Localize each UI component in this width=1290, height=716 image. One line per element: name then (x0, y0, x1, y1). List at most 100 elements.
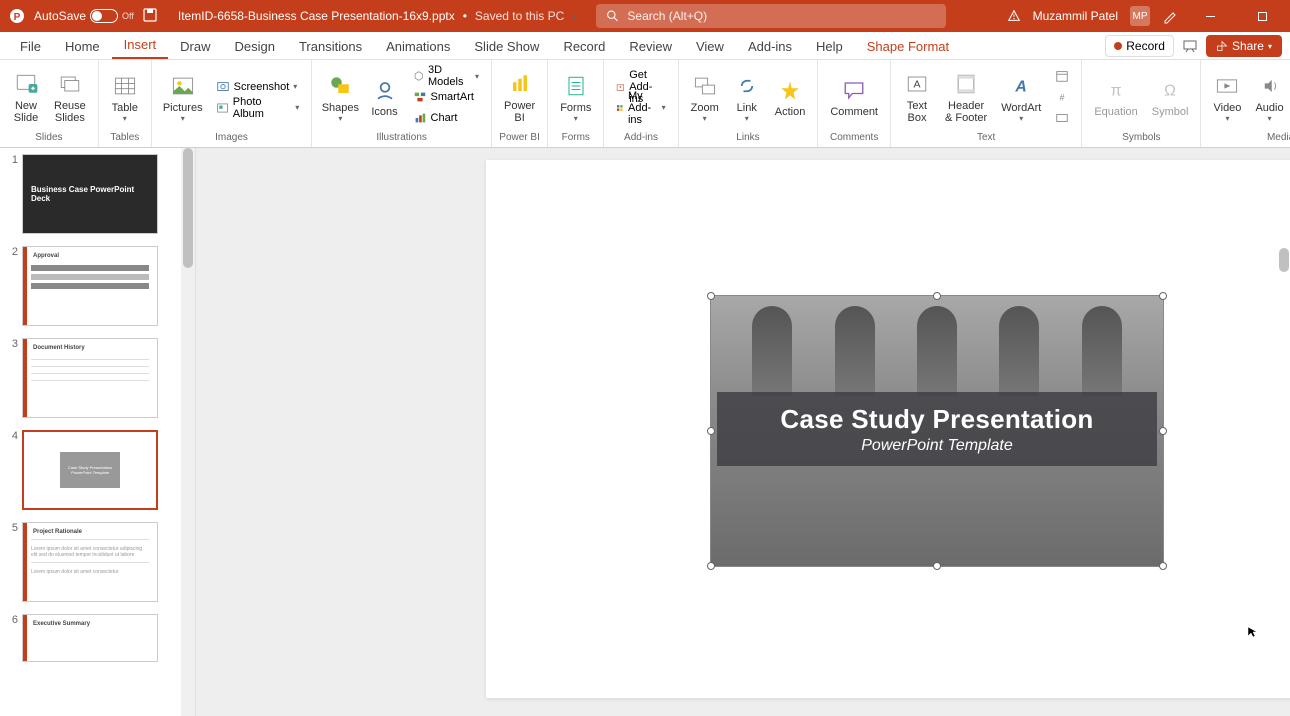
symbol-icon: Ω (1156, 76, 1184, 104)
save-status: Saved to this PC (475, 9, 564, 23)
slide-thumbnail-4[interactable]: 4 Case Study PresentationPowerPoint Temp… (0, 424, 195, 516)
user-name[interactable]: Muzammil Patel (1033, 9, 1118, 23)
save-icon[interactable] (142, 7, 160, 25)
group-label-addins: Add-ins (624, 132, 658, 145)
maximize-button[interactable] (1242, 0, 1282, 32)
slide-thumbnail-6[interactable]: 6 Executive Summary (0, 608, 195, 668)
slide-number-icon: # (1055, 90, 1069, 104)
audio-icon (1256, 72, 1284, 100)
new-slide-button[interactable]: New Slide (6, 63, 46, 131)
pictures-button[interactable]: Pictures ▾ (158, 63, 208, 131)
screenshot-button[interactable]: Screenshot▾ (210, 76, 306, 97)
shapes-icon (326, 72, 354, 100)
my-addins-button[interactable]: My Add-ins▾ (610, 97, 671, 118)
link-button[interactable]: Link ▾ (727, 63, 767, 131)
group-label-images: Images (215, 132, 248, 145)
get-addins-icon (616, 80, 625, 94)
comment-icon (840, 76, 868, 104)
autosave-toggle[interactable]: AutoSave Off (34, 9, 134, 23)
group-label-illustrations: Illustrations (376, 132, 427, 145)
group-label-slides: Slides (35, 132, 62, 145)
canvas-scrollbar-vertical[interactable] (1276, 148, 1290, 716)
resize-handle-mr[interactable] (1159, 427, 1167, 435)
slide-panel[interactable]: 1 Business Case PowerPoint Deck 2 Approv… (0, 148, 196, 716)
chart-icon (413, 111, 427, 125)
warning-icon[interactable] (1007, 9, 1021, 23)
icons-button[interactable]: Icons (365, 63, 405, 131)
tab-slideshow[interactable]: Slide Show (462, 34, 551, 59)
date-time-button[interactable] (1049, 66, 1075, 87)
resize-handle-tr[interactable] (1159, 292, 1167, 300)
screenshot-icon (216, 80, 230, 94)
resize-handle-tm[interactable] (933, 292, 941, 300)
selected-image-object[interactable]: Case Study Presentation PowerPoint Templ… (711, 296, 1163, 566)
comment-button[interactable]: Comment (824, 63, 884, 131)
filename-dropdown-icon[interactable]: ▾ (572, 12, 576, 21)
shapes-button[interactable]: Shapes ▾ (318, 63, 362, 131)
slide-thumbnail-2[interactable]: 2 Approval (0, 240, 195, 332)
action-icon (776, 76, 804, 104)
tab-help[interactable]: Help (804, 34, 855, 59)
resize-handle-tl[interactable] (707, 292, 715, 300)
powerbi-button[interactable]: Power BI (498, 63, 541, 131)
audio-button[interactable]: Audio ▾ (1249, 63, 1289, 131)
autosave-label: AutoSave (34, 9, 86, 23)
tab-home[interactable]: Home (53, 34, 112, 59)
slide-thumbnail-3[interactable]: 3 Document History (0, 332, 195, 424)
3d-models-icon (413, 69, 424, 83)
resize-handle-br[interactable] (1159, 562, 1167, 570)
user-avatar[interactable]: MP (1130, 6, 1150, 26)
tab-design[interactable]: Design (223, 34, 287, 59)
tab-record[interactable]: Record (551, 34, 617, 59)
smartart-button[interactable]: SmartArt (407, 87, 485, 108)
minimize-button[interactable] (1190, 0, 1230, 32)
wordart-button[interactable]: A WordArt ▾ (995, 63, 1047, 131)
header-footer-icon (952, 70, 980, 98)
tab-view[interactable]: View (684, 34, 736, 59)
resize-handle-bm[interactable] (933, 562, 941, 570)
share-button[interactable]: Share ▾ (1206, 35, 1282, 57)
document-filename[interactable]: ItemID-6658-Business Case Presentation-1… (178, 9, 455, 23)
resize-handle-bl[interactable] (707, 562, 715, 570)
search-box[interactable] (596, 4, 946, 28)
toggle-switch[interactable] (90, 9, 118, 23)
tab-animations[interactable]: Animations (374, 34, 462, 59)
tab-shape-format[interactable]: Shape Format (855, 34, 961, 59)
slide-thumbnail-1[interactable]: 1 Business Case PowerPoint Deck (0, 148, 195, 240)
zoom-button[interactable]: Zoom ▾ (685, 63, 725, 131)
tab-insert[interactable]: Insert (112, 32, 169, 59)
present-icon[interactable] (1182, 38, 1198, 54)
record-button[interactable]: Record (1105, 35, 1174, 57)
slide-thumbnail-5[interactable]: 5 Project RationaleLorem ipsum dolor sit… (0, 516, 195, 608)
photo-album-button[interactable]: Photo Album▾ (210, 97, 306, 118)
table-button[interactable]: Table ▾ (105, 63, 145, 131)
tab-draw[interactable]: Draw (168, 34, 222, 59)
slide-panel-scrollbar[interactable] (181, 148, 195, 716)
svg-text:P: P (14, 12, 21, 23)
search-input[interactable] (627, 9, 936, 23)
header-footer-button[interactable]: Header & Footer (939, 63, 993, 131)
chart-button[interactable]: Chart (407, 108, 485, 129)
forms-button[interactable]: Forms ▾ (554, 63, 597, 131)
group-label-comments: Comments (830, 132, 878, 145)
video-button[interactable]: Video ▾ (1207, 63, 1247, 131)
resize-handle-ml[interactable] (707, 427, 715, 435)
tab-review[interactable]: Review (617, 34, 684, 59)
equation-button[interactable]: π Equation (1088, 63, 1143, 131)
tab-file[interactable]: File (8, 34, 53, 59)
tab-transitions[interactable]: Transitions (287, 34, 374, 59)
action-button[interactable]: Action (769, 63, 812, 131)
slide-canvas-area[interactable]: Case Study Presentation PowerPoint Templ… (196, 148, 1290, 716)
tab-addins[interactable]: Add-ins (736, 34, 804, 59)
object-button[interactable] (1049, 108, 1075, 129)
video-icon (1213, 72, 1241, 100)
symbol-button[interactable]: Ω Symbol (1146, 63, 1195, 131)
new-slide-icon (12, 70, 40, 98)
pen-icon[interactable] (1162, 8, 1178, 24)
group-label-forms: Forms (562, 132, 590, 145)
reuse-slides-button[interactable]: Reuse Slides (48, 63, 92, 131)
textbox-button[interactable]: A Text Box (897, 63, 937, 131)
3d-models-button[interactable]: 3D Models▾ (407, 66, 485, 87)
search-icon (606, 9, 619, 23)
slide-number-button[interactable]: # (1049, 87, 1075, 108)
